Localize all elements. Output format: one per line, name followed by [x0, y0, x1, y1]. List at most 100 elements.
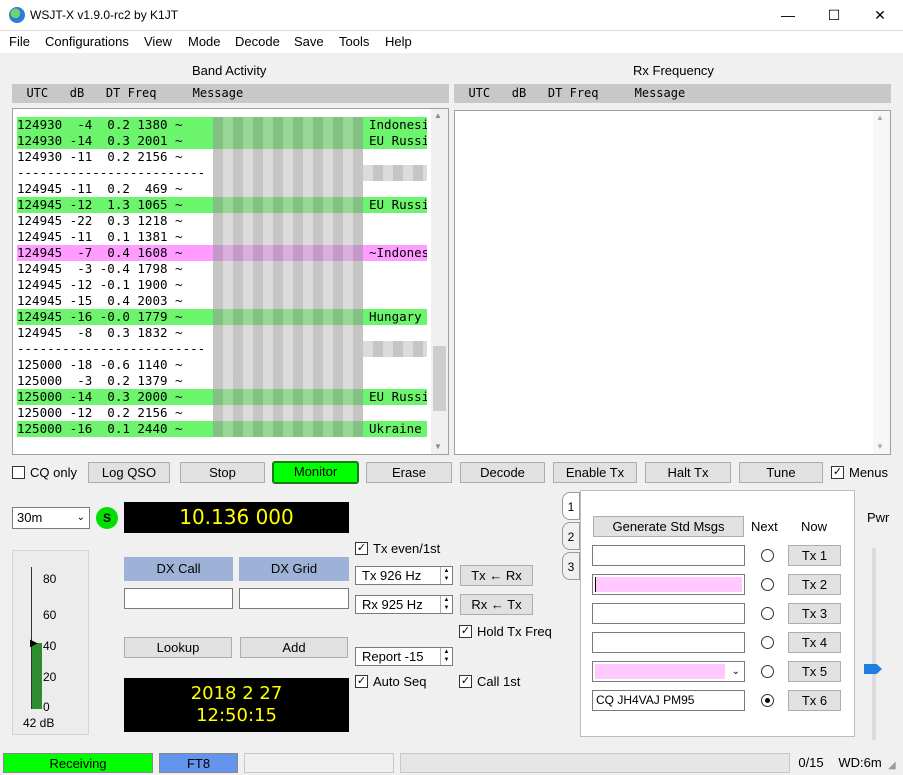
table-row[interactable]: 124945 -11 0.2 469 ~	[17, 181, 427, 197]
menu-save[interactable]: Save	[294, 34, 324, 49]
menu-view[interactable]: View	[144, 34, 172, 49]
tx2-next-radio[interactable]	[761, 578, 774, 591]
table-row[interactable]: 125000 -3 0.2 1379 ~	[17, 373, 427, 389]
scroll-up-icon[interactable]: ▲	[434, 111, 442, 120]
tx3-next-radio[interactable]	[761, 607, 774, 620]
spin-arrows-icon[interactable]: ▲ ▼	[440, 648, 452, 665]
band-select[interactable]: 30m ⌄	[12, 507, 90, 529]
log-qso-button[interactable]: Log QSO	[88, 462, 170, 483]
menu-decode[interactable]: Decode	[235, 34, 280, 49]
table-row[interactable]: 124945 -16 -0.0 1779 ~ Hungary	[17, 309, 427, 325]
maximize-button[interactable]: ☐	[811, 0, 857, 31]
menu-file[interactable]: File	[9, 34, 30, 49]
minimize-button[interactable]: —	[765, 0, 811, 31]
tx6-now-button[interactable]: Tx 6	[788, 690, 841, 711]
row-text: 124930 -4 0.2 1380 ~	[17, 117, 183, 132]
tx4-message-input[interactable]	[592, 632, 745, 653]
tx2-now-button[interactable]: Tx 2	[788, 574, 841, 595]
table-row[interactable]: 124930 -14 0.3 2001 ~ EU Russi	[17, 133, 427, 149]
tx-even-checkbox[interactable]: ✓	[355, 542, 368, 555]
enable-tx-button[interactable]: Enable Tx	[553, 462, 637, 483]
tx2-message-input[interactable]	[592, 574, 745, 595]
lookup-button[interactable]: Lookup	[124, 637, 232, 658]
dx-call-input[interactable]	[124, 588, 233, 609]
call-1st-checkbox[interactable]: ✓	[459, 675, 472, 688]
table-row[interactable]: 125000 -18 -0.6 1140 ~	[17, 357, 427, 373]
tx-from-rx-button[interactable]: Tx ← Rx	[460, 565, 533, 586]
table-row[interactable]: -------------------------	[17, 341, 427, 357]
rx-freq-spinbox[interactable]: Rx 925 Hz ▲ ▼	[355, 595, 453, 614]
monitor-button[interactable]: Monitor	[272, 461, 359, 484]
add-button[interactable]: Add	[240, 637, 348, 658]
table-row[interactable]: 125000 -14 0.3 2000 ~ EU Russi	[17, 389, 427, 405]
tx6-message-input[interactable]: CQ JH4VAJ PM95	[592, 690, 745, 711]
scroll-down-icon[interactable]: ▼	[876, 442, 884, 451]
menu-mode[interactable]: Mode	[188, 34, 221, 49]
tx-freq-spinbox[interactable]: Tx 926 Hz ▲ ▼	[355, 566, 453, 585]
spin-arrows-icon[interactable]: ▲ ▼	[440, 596, 452, 613]
table-row[interactable]: 125000 -12 0.2 2156 ~	[17, 405, 427, 421]
rx-frequency-scrollbar[interactable]: ▲ ▼	[873, 111, 890, 454]
menu-tools[interactable]: Tools	[339, 34, 369, 49]
scroll-down-icon[interactable]: ▼	[434, 442, 442, 451]
table-row[interactable]: 124945 -12 1.3 1065 ~ EU Russi	[17, 197, 427, 213]
menus-checkbox[interactable]: ✓	[831, 466, 844, 479]
tx3-now-button[interactable]: Tx 3	[788, 603, 841, 624]
menu-help[interactable]: Help	[385, 34, 412, 49]
table-row[interactable]: 124945 -3 -0.4 1798 ~	[17, 261, 427, 277]
hold-tx-freq-checkbox[interactable]: ✓	[459, 625, 472, 638]
rx-from-tx-button[interactable]: Rx ← Tx	[460, 594, 533, 615]
report-spinbox[interactable]: Report -15 ▲ ▼	[355, 647, 453, 666]
tx1-message-input[interactable]	[592, 545, 745, 566]
tx5-now-button[interactable]: Tx 5	[788, 661, 841, 682]
row-text: 124945 -16 -0.0 1779 ~	[17, 309, 183, 324]
s-status-badge: S	[96, 507, 118, 529]
tx3-message-input[interactable]	[592, 603, 745, 624]
table-row[interactable]: 124945 -15 0.4 2003 ~	[17, 293, 427, 309]
tx1-now-button[interactable]: Tx 1	[788, 545, 841, 566]
dx-grid-input[interactable]	[239, 588, 349, 609]
spin-arrows-icon[interactable]: ▲ ▼	[440, 567, 452, 584]
scroll-thumb[interactable]	[433, 346, 446, 411]
table-row[interactable]: 125000 -16 0.1 2440 ~ Ukraine	[17, 421, 427, 437]
tab-1[interactable]: 1	[562, 492, 580, 520]
resize-grip-icon[interactable]: ◢	[888, 760, 896, 771]
table-row[interactable]: 124945 -11 0.1 1381 ~	[17, 229, 427, 245]
meter-tick-80: 80	[43, 572, 57, 586]
tx4-next-radio[interactable]	[761, 636, 774, 649]
tab-3[interactable]: 3	[562, 552, 580, 580]
pwr-slider-handle[interactable]	[864, 664, 882, 674]
rx-frequency-list[interactable]: ▲ ▼	[454, 110, 891, 455]
halt-tx-button[interactable]: Halt Tx	[645, 462, 731, 483]
tx6-next-radio[interactable]	[761, 694, 774, 707]
pwr-slider-track[interactable]	[872, 548, 876, 740]
table-row[interactable]: 124945 -22 0.3 1218 ~	[17, 213, 427, 229]
auto-seq-checkbox[interactable]: ✓	[355, 675, 368, 688]
generate-std-msgs-button[interactable]: Generate Std Msgs	[593, 516, 744, 537]
cq-only-checkbox[interactable]	[12, 466, 25, 479]
band-activity-scrollbar[interactable]: ▲ ▼	[431, 109, 448, 454]
band-activity-list[interactable]: 124930 -4 0.2 1380 ~ Indonesi 124930 -14 0…	[12, 108, 449, 455]
tx5-message-select[interactable]: ⌄	[592, 661, 745, 682]
scroll-up-icon[interactable]: ▲	[876, 113, 884, 122]
band-activity-title: Band Activity	[192, 63, 267, 78]
table-row[interactable]: 124945 -7 0.4 1608 ~ ~Indonesi	[17, 245, 427, 261]
erase-button[interactable]: Erase	[366, 462, 452, 483]
table-row[interactable]: 124945 -12 -0.1 1900 ~	[17, 277, 427, 293]
stop-button[interactable]: Stop	[180, 462, 265, 483]
tune-button[interactable]: Tune	[739, 462, 823, 483]
table-row[interactable]: 124945 -8 0.3 1832 ~	[17, 325, 427, 341]
tx5-next-radio[interactable]	[761, 665, 774, 678]
tx1-next-radio[interactable]	[761, 549, 774, 562]
close-button[interactable]: ✕	[857, 0, 903, 31]
table-row[interactable]: 124930 -4 0.2 1380 ~ Indonesi	[17, 117, 427, 133]
table-row[interactable]: 124930 -11 0.2 2156 ~	[17, 149, 427, 165]
tab-2[interactable]: 2	[562, 522, 580, 550]
auto-seq-label: Auto Seq	[373, 674, 427, 689]
redacted-message	[213, 309, 363, 325]
tx4-now-button[interactable]: Tx 4	[788, 632, 841, 653]
menu-configurations[interactable]: Configurations	[45, 34, 129, 49]
meter-peak-marker: ▶	[30, 637, 38, 649]
decode-button[interactable]: Decode	[460, 462, 545, 483]
table-row[interactable]: -------------------------	[17, 165, 427, 181]
